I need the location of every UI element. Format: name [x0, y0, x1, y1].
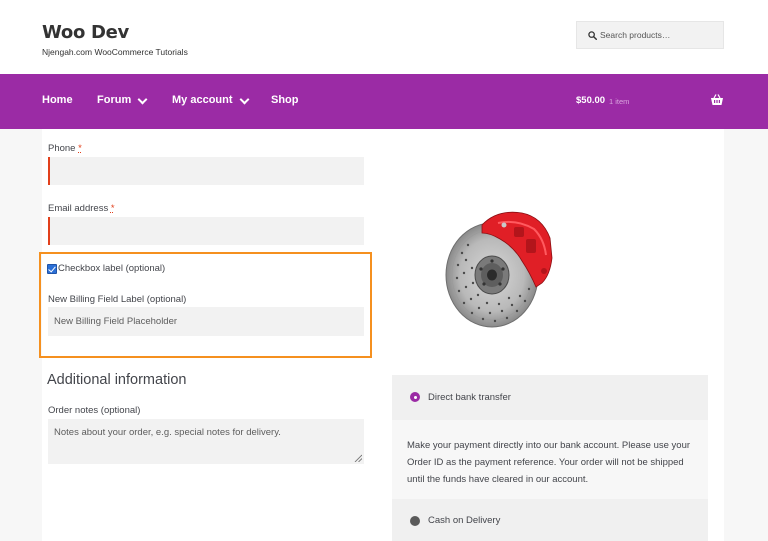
payment-description: Make your payment directly into our bank… [407, 440, 691, 485]
order-notes-field[interactable] [48, 419, 364, 464]
checkbox-label[interactable]: Checkbox label (optional) [58, 263, 165, 274]
required-mark: * [110, 203, 115, 214]
site-tagline: Njengah.com WooCommerce Tutorials [42, 47, 188, 57]
payment-radio-bacs[interactable] [410, 392, 420, 402]
chevron-down-icon [137, 94, 148, 104]
brake-disc-image [445, 211, 553, 328]
search-box[interactable] [576, 21, 724, 49]
new-billing-field-label: New Billing Field Label (optional) [48, 294, 187, 305]
nav-item-home[interactable]: Home [42, 94, 73, 106]
page-gutter-left [0, 129, 42, 541]
basket-icon[interactable] [710, 93, 724, 107]
site-header: Woo Dev Njengah.com WooCommerce Tutorial… [0, 0, 768, 74]
nav-item-label: Forum [97, 94, 132, 106]
additional-information-heading: Additional information [47, 372, 187, 388]
nav-item-forum[interactable]: Forum [97, 94, 148, 106]
phone-label-text: Phone [48, 143, 76, 154]
required-mark: * [78, 143, 82, 154]
email-label: Email address * [48, 203, 115, 214]
email-field[interactable] [48, 217, 364, 245]
nav-item-shop[interactable]: Shop [271, 94, 299, 106]
nav-item-my-account[interactable]: My account [172, 94, 249, 106]
payment-radio-cod[interactable] [410, 516, 420, 526]
resize-handle-icon[interactable] [354, 454, 362, 462]
nav-item-label: Shop [271, 94, 299, 106]
email-label-text: Email address [48, 203, 109, 214]
nav-item-label: My account [172, 94, 233, 106]
site-title[interactable]: Woo Dev [42, 22, 129, 43]
payment-label-bacs[interactable]: Direct bank transfer [428, 392, 511, 403]
search-input[interactable] [599, 22, 723, 48]
order-notes-label: Order notes (optional) [48, 405, 141, 416]
new-billing-field-input[interactable] [48, 307, 364, 336]
nav-item-label: Home [42, 94, 73, 106]
checkmark-icon [48, 264, 56, 273]
primary-navigation: Home Forum My account Shop $50.00 1 item [0, 74, 768, 129]
chevron-down-icon [239, 94, 249, 104]
phone-field[interactable] [48, 157, 364, 185]
custom-checkbox[interactable] [47, 264, 57, 274]
search-icon [588, 31, 597, 40]
cart-total[interactable]: $50.00 [576, 95, 605, 106]
cart-count[interactable]: 1 item [609, 97, 629, 106]
payment-label-cod[interactable]: Cash on Delivery [428, 515, 500, 526]
phone-label: Phone * [48, 143, 82, 154]
page-gutter-right [724, 129, 768, 541]
